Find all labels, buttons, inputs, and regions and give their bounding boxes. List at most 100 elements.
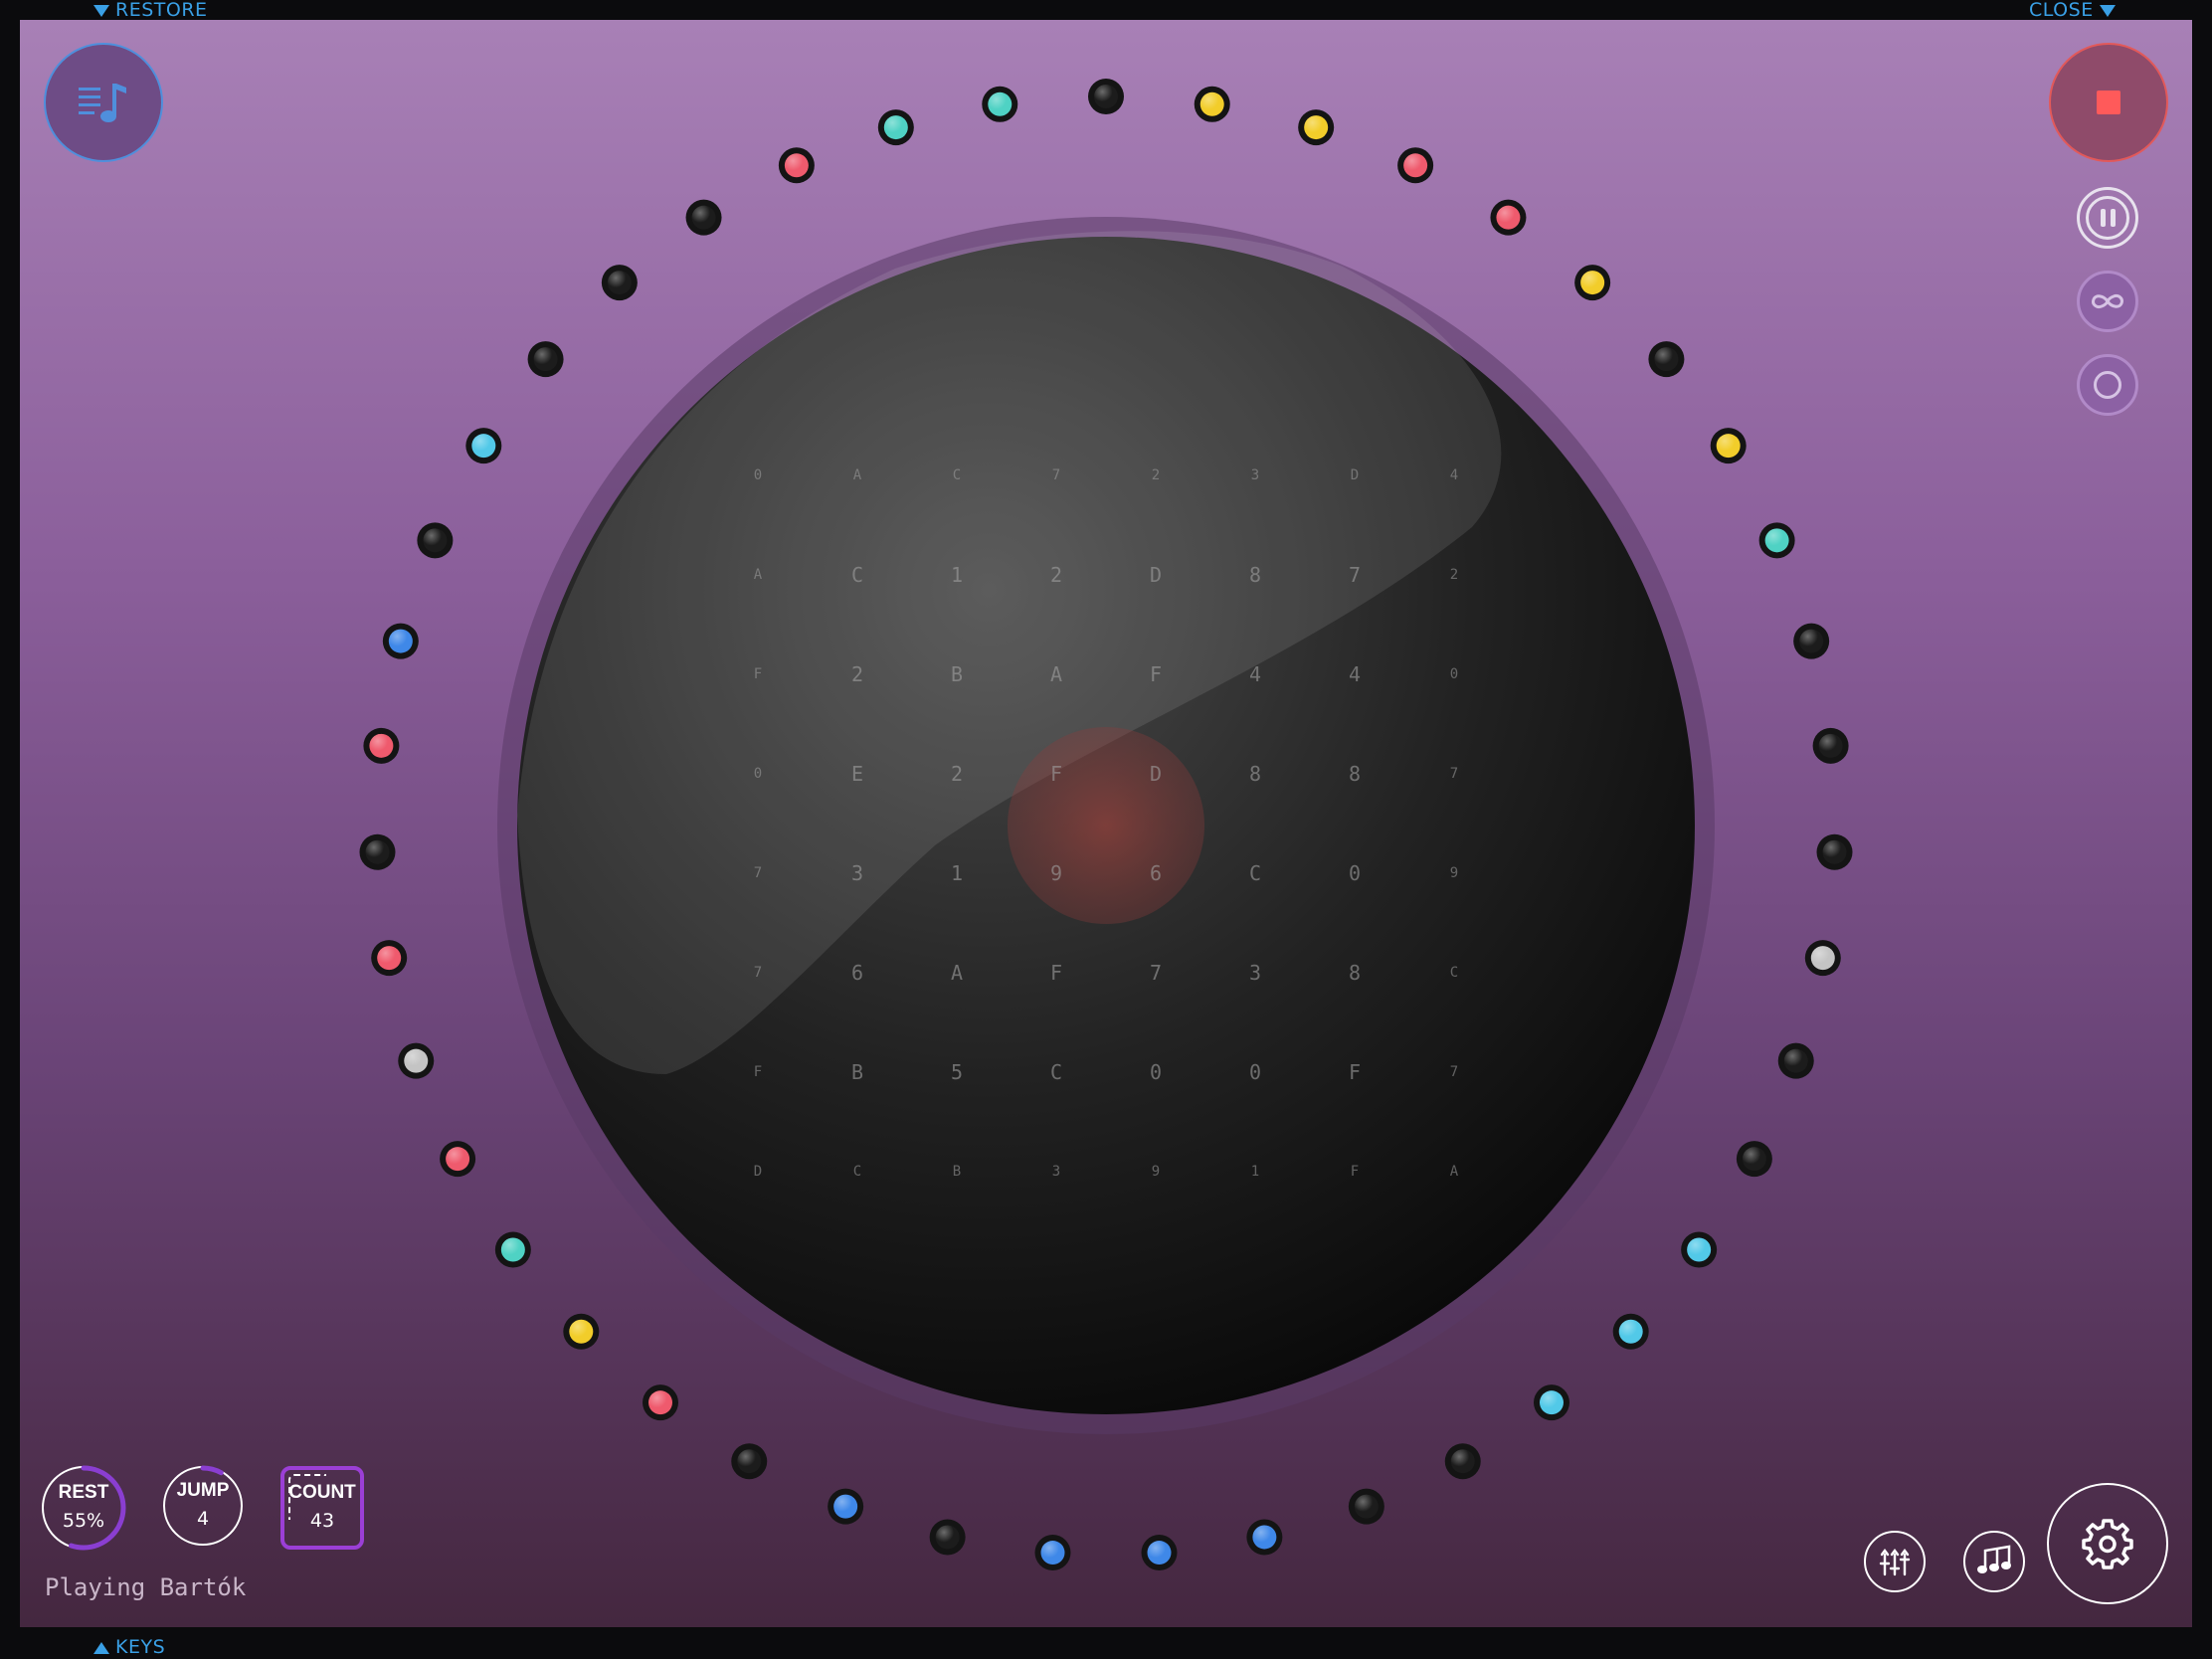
step-dot[interactable] — [417, 522, 454, 559]
step-dot[interactable] — [1736, 1141, 1772, 1178]
step-dot[interactable] — [1298, 109, 1335, 146]
step-dot[interactable] — [643, 1384, 679, 1421]
step-dot[interactable] — [1574, 265, 1611, 301]
step-dot[interactable] — [1758, 522, 1795, 559]
grid-cell: A — [853, 467, 862, 483]
triangle-up-icon — [93, 1641, 109, 1654]
grid-cell: 9 — [1050, 861, 1062, 885]
record-button[interactable] — [2077, 354, 2138, 416]
step-dot[interactable] — [1812, 727, 1849, 764]
triangle-down-icon — [2099, 4, 2116, 17]
notes-button[interactable] — [1963, 1531, 2025, 1592]
settings-button[interactable] — [2047, 1483, 2168, 1604]
step-dot[interactable] — [494, 1231, 531, 1268]
mixer-sliders-icon — [1879, 1549, 1911, 1576]
grid-cell: 0 — [1150, 1060, 1162, 1084]
grid-cell: 6 — [1150, 861, 1162, 885]
grid-cell: F — [1050, 762, 1062, 786]
grid-cell: A — [1050, 662, 1062, 686]
grid-cell: D — [1150, 762, 1162, 786]
step-dot[interactable] — [1777, 1042, 1814, 1079]
gear-icon — [2082, 1519, 2133, 1569]
count-control[interactable]: COUNT 43 — [280, 1466, 364, 1550]
step-dot[interactable] — [382, 623, 419, 659]
status-text: Playing Bartók — [45, 1573, 247, 1601]
step-dot[interactable] — [1141, 1535, 1178, 1571]
step-dot[interactable] — [1194, 86, 1230, 122]
step-dot[interactable] — [1681, 1231, 1718, 1268]
step-dot[interactable] — [929, 1519, 966, 1556]
grid-cell: 7 — [754, 965, 762, 981]
step-dot[interactable] — [1816, 833, 1853, 870]
grid-cell: B — [953, 1164, 961, 1180]
grid-cell: 4 — [1450, 467, 1458, 483]
step-dot[interactable] — [440, 1141, 476, 1178]
grid-cell: A — [1450, 1164, 1459, 1180]
sequencer-stage: 0 A C 7 2 3 D 4 A C 1 2 D 8 7 2 F 2 B A F 4 4 0 0 E 2 F D 8 8 7 7 3 1 9 6 C 0 9… — [359, 79, 1853, 1571]
step-dot[interactable] — [371, 940, 408, 977]
grid-cell: 8 — [1349, 961, 1361, 985]
grid-cell: 8 — [1349, 762, 1361, 786]
step-dot[interactable] — [527, 341, 564, 378]
grid-cell: C — [1050, 1060, 1062, 1084]
step-dot[interactable] — [1246, 1519, 1283, 1556]
grid-cell: F — [1050, 961, 1062, 985]
close-button[interactable]: CLOSE — [2029, 0, 2116, 20]
step-dot[interactable] — [601, 265, 638, 301]
step-dot[interactable] — [778, 147, 815, 184]
music-notes-icon — [1977, 1545, 2011, 1573]
loop-button[interactable] — [2077, 271, 2138, 332]
center-glow — [1008, 727, 1204, 924]
grid-cell: C — [953, 467, 961, 483]
step-dot[interactable] — [1397, 147, 1434, 184]
grid-cell: C — [1249, 861, 1261, 885]
grid-cell: B — [851, 1060, 863, 1084]
stop-button[interactable] — [2049, 43, 2168, 162]
grid-cell: 2 — [1152, 467, 1160, 483]
jump-control[interactable]: JUMP 4 — [162, 1465, 244, 1547]
keys-button[interactable]: KEYS — [93, 1637, 165, 1657]
pause-button[interactable] — [2077, 187, 2138, 249]
grid-cell: F — [1351, 1164, 1359, 1180]
step-dot[interactable] — [1348, 1488, 1384, 1525]
step-dot[interactable] — [1648, 341, 1685, 378]
step-dot[interactable] — [1710, 428, 1747, 464]
grid-cell: 7 — [1450, 766, 1458, 782]
grid-cell: 1 — [951, 861, 963, 885]
step-dot[interactable] — [398, 1042, 435, 1079]
step-dot[interactable] — [563, 1313, 600, 1350]
step-dot[interactable] — [982, 86, 1018, 122]
step-dot[interactable] — [877, 109, 914, 146]
grid-cell: 0 — [754, 467, 762, 483]
step-dot[interactable] — [359, 833, 396, 870]
step-dot[interactable] — [1793, 623, 1830, 659]
playlist-button[interactable] — [44, 43, 163, 162]
grid-cell: 7 — [754, 865, 762, 881]
grid-cell: 1 — [1251, 1164, 1259, 1180]
close-label: CLOSE — [2029, 0, 2094, 21]
infinity-icon — [2092, 294, 2123, 308]
step-dot[interactable] — [685, 199, 722, 236]
grid-cell: 8 — [1249, 563, 1261, 587]
grid-cell: 2 — [851, 662, 863, 686]
step-dot[interactable] — [1088, 79, 1124, 114]
restore-label: RESTORE — [115, 0, 208, 21]
step-dot[interactable] — [1444, 1443, 1481, 1480]
mixer-button[interactable] — [1864, 1531, 1926, 1592]
step-dot[interactable] — [731, 1443, 768, 1480]
step-dot[interactable] — [1804, 940, 1841, 977]
step-dot[interactable] — [465, 428, 502, 464]
step-dot[interactable] — [1612, 1313, 1649, 1350]
grid-cell: 4 — [1249, 662, 1261, 686]
grid-cell: 3 — [1249, 961, 1261, 985]
step-dot[interactable] — [1533, 1384, 1569, 1421]
step-dot[interactable] — [1490, 199, 1527, 236]
step-dot[interactable] — [363, 727, 400, 764]
step-dot[interactable] — [828, 1488, 864, 1525]
restore-button[interactable]: RESTORE — [93, 0, 208, 20]
grid-cell: 3 — [1251, 467, 1259, 483]
step-dot[interactable] — [1034, 1535, 1071, 1571]
grid-cell: 7 — [1150, 961, 1162, 985]
rest-control[interactable]: REST 55% — [41, 1465, 126, 1551]
triangle-down-icon — [93, 4, 109, 17]
